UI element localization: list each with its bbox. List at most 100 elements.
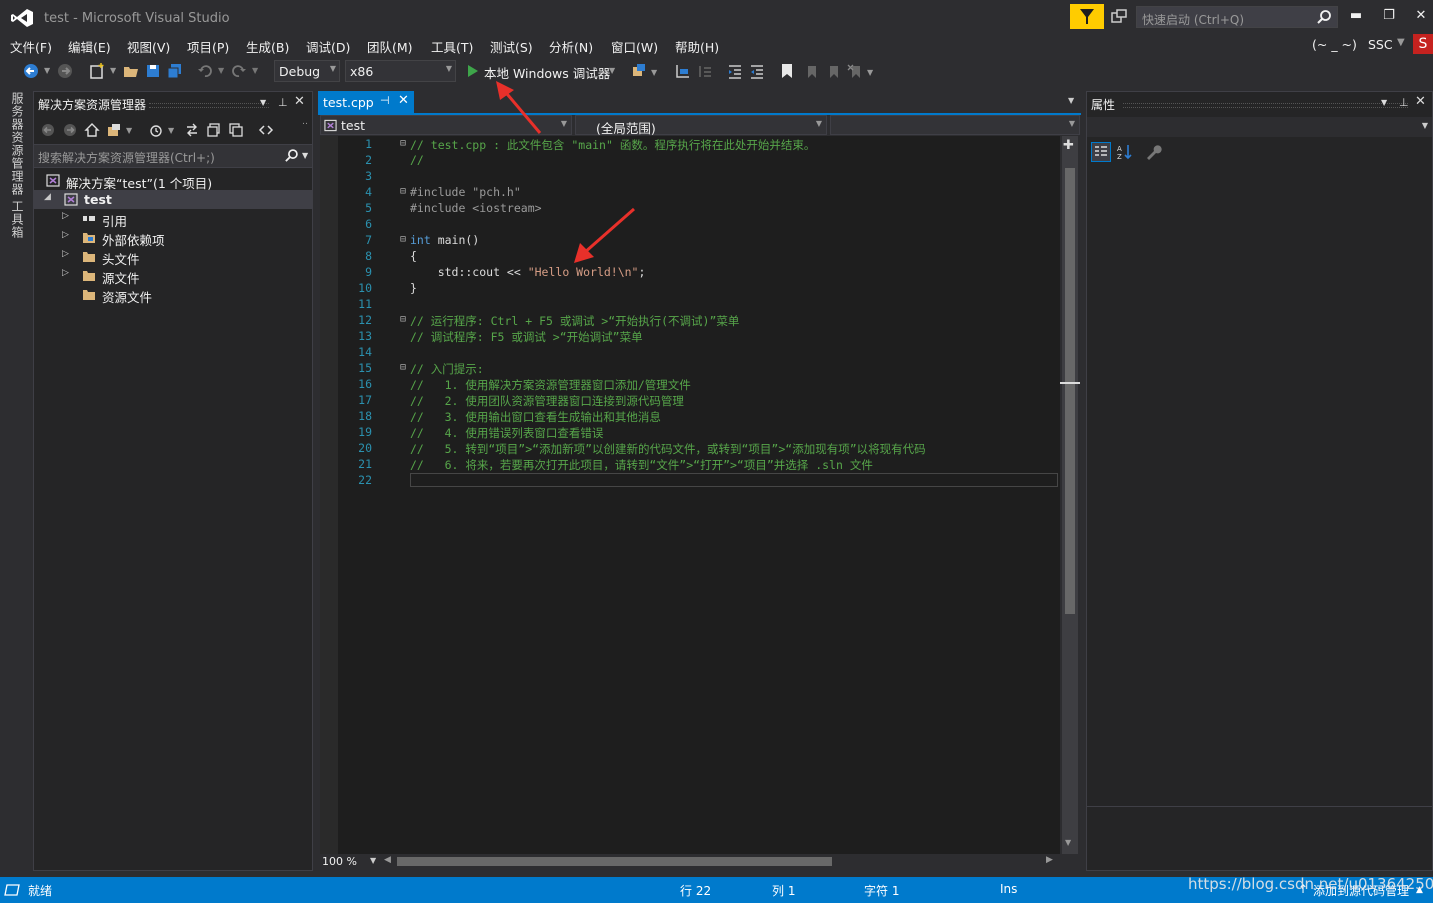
properties-object-select[interactable]: ▼ [1087, 117, 1432, 137]
toolbox-tab[interactable]: 工具箱 [9, 200, 26, 239]
home-icon[interactable] [84, 122, 100, 138]
menu-view[interactable]: 视图(V) [127, 37, 170, 56]
zoom-level-select[interactable]: 100 % ▼ [320, 854, 380, 870]
new-project-icon[interactable] [88, 62, 106, 80]
menu-window[interactable]: 窗口(W) [611, 37, 658, 56]
tree-item-project-test[interactable]: ◢ test [34, 190, 312, 209]
save-all-icon[interactable] [166, 62, 184, 80]
search-icon[interactable] [284, 148, 299, 163]
switch-views-icon[interactable] [106, 122, 122, 138]
collapse-region-icon[interactable]: ⊟ [400, 234, 406, 245]
tree-item-solution[interactable]: 解决方案“test”(1 个项目) [34, 171, 312, 191]
pin-icon[interactable]: ⊥ [278, 96, 288, 109]
scroll-down-icon[interactable]: ▼ [1065, 838, 1071, 847]
tree-item-references[interactable]: ▷ 引用 [34, 209, 312, 229]
property-pages-wrench-icon[interactable] [1143, 142, 1163, 162]
overflow-icon[interactable]: ▼ [651, 68, 657, 77]
toolbar-overflow-icon[interactable]: ▼ [867, 68, 873, 77]
account-badge[interactable]: S [1413, 34, 1433, 54]
decrease-indent-icon[interactable] [726, 62, 744, 80]
filter-dropdown-icon[interactable]: ▼ [168, 126, 174, 135]
collapsed-arrow-icon[interactable]: ▷ [62, 249, 69, 259]
menu-build[interactable]: 生成(B) [246, 37, 289, 56]
vertical-scrollbar[interactable]: ▼ [1060, 136, 1080, 854]
tree-item-external-dependencies[interactable]: ▷ 外部依赖项 [34, 228, 312, 248]
navigate-back-icon[interactable] [22, 62, 40, 80]
scroll-left-icon[interactable]: ◀ [384, 855, 391, 865]
output-window-icon[interactable] [4, 883, 20, 897]
previous-bookmark-icon[interactable] [802, 62, 820, 80]
scroll-right-icon[interactable]: ▶ [1046, 855, 1053, 865]
save-icon[interactable] [144, 62, 162, 80]
back-icon[interactable] [40, 122, 56, 138]
new-dropdown-icon[interactable]: ▼ [110, 66, 116, 75]
undo-icon[interactable] [196, 62, 214, 80]
menu-team[interactable]: 团队(M) [367, 37, 413, 56]
code-editor[interactable]: 1 2 3 4 5 6 7 8 9 10 11 12 13 14 15 16 1… [320, 136, 1060, 854]
quick-launch-input[interactable]: 快速启动 (Ctrl+Q) [1136, 6, 1338, 28]
panel-menu-icon[interactable]: ▼ [260, 98, 266, 107]
next-bookmark-icon[interactable] [824, 62, 842, 80]
collapse-region-icon[interactable]: ⊟ [400, 186, 406, 197]
pin-tab-icon[interactable]: ⊣ [380, 94, 390, 107]
menu-analyze[interactable]: 分析(N) [549, 37, 593, 56]
close-tab-icon[interactable]: ✕ [398, 93, 409, 108]
collapse-region-icon[interactable]: ⊟ [400, 362, 406, 373]
user-name[interactable]: SSC [1368, 37, 1393, 52]
start-debugging-play-icon[interactable] [464, 62, 482, 80]
toolbar-more-icon[interactable]: ‥ [302, 117, 308, 127]
redo-dropdown-icon[interactable]: ▼ [252, 66, 258, 75]
tree-item-source-files[interactable]: ▷ 源文件 [34, 266, 312, 286]
collapse-region-icon[interactable]: ⊟ [400, 314, 406, 325]
step-over-icon[interactable] [696, 62, 714, 80]
menu-help[interactable]: 帮助(H) [675, 37, 719, 56]
pin-icon[interactable]: ⊥ [1399, 96, 1409, 109]
open-file-icon[interactable] [122, 62, 140, 80]
collapsed-arrow-icon[interactable]: ▷ [62, 211, 69, 221]
member-scope-select[interactable]: ▼ [830, 115, 1080, 135]
panel-grip[interactable] [1123, 103, 1408, 108]
increase-indent-icon[interactable] [748, 62, 766, 80]
solution-platform-select[interactable]: x86 ▼ [345, 60, 456, 82]
tree-item-header-files[interactable]: ▷ 头文件 [34, 247, 312, 267]
categorized-view-icon[interactable] [1091, 142, 1111, 162]
back-dropdown-icon[interactable]: ▼ [44, 66, 50, 75]
menu-project[interactable]: 项目(P) [187, 37, 229, 56]
collapsed-arrow-icon[interactable]: ▷ [62, 268, 69, 278]
browser-link-icon[interactable] [630, 62, 648, 80]
tab-test-cpp[interactable]: test.cpp ⊣ ✕ [318, 91, 414, 113]
collapse-all-icon[interactable] [228, 122, 244, 138]
user-dropdown-icon[interactable]: ▼ [1397, 37, 1405, 48]
horizontal-scroll-thumb[interactable] [397, 857, 832, 866]
menu-test[interactable]: 测试(S) [490, 37, 533, 56]
sync-with-active-document-icon[interactable] [184, 122, 200, 138]
step-icon[interactable] [674, 62, 692, 80]
menu-file[interactable]: 文件(F) [10, 37, 52, 56]
pending-changes-filter-icon[interactable] [148, 122, 164, 138]
close-window-button[interactable]: ✕ [1411, 8, 1431, 26]
alphabetical-sort-icon[interactable]: AZ [1115, 142, 1135, 162]
close-panel-icon[interactable]: ✕ [294, 94, 305, 109]
search-options-dropdown-icon[interactable]: ▼ [302, 151, 308, 160]
notification-filter-button[interactable] [1070, 4, 1104, 29]
refresh-icon[interactable] [206, 122, 222, 138]
tree-item-resource-files[interactable]: 资源文件 [34, 285, 312, 305]
menu-debug[interactable]: 调试(D) [306, 37, 350, 56]
forward-icon[interactable] [62, 122, 78, 138]
menu-edit[interactable]: 编辑(E) [68, 37, 111, 56]
close-panel-icon[interactable]: ✕ [1415, 94, 1426, 109]
menu-tools[interactable]: 工具(T) [431, 37, 473, 56]
solution-configuration-select[interactable]: Debug ▼ [274, 60, 340, 82]
navigate-forward-icon[interactable] [56, 62, 74, 80]
panel-menu-icon[interactable]: ▼ [1381, 98, 1387, 107]
tab-list-dropdown-icon[interactable]: ▼ [1068, 96, 1074, 105]
undo-dropdown-icon[interactable]: ▼ [218, 66, 224, 75]
code-view-icon[interactable] [258, 122, 274, 138]
clear-bookmarks-icon[interactable] [846, 62, 864, 80]
type-scope-select[interactable]: (全局范围) ▼ [575, 115, 827, 136]
collapsed-arrow-icon[interactable]: ▷ [62, 230, 69, 240]
solution-explorer-search-input[interactable]: 搜索解决方案资源管理器(Ctrl+;) ▼ [34, 144, 312, 168]
bookmark-icon[interactable] [778, 62, 796, 80]
restore-button[interactable]: ❐ [1379, 8, 1399, 26]
server-explorer-tab[interactable]: 服务器资源管理器 [9, 92, 26, 196]
